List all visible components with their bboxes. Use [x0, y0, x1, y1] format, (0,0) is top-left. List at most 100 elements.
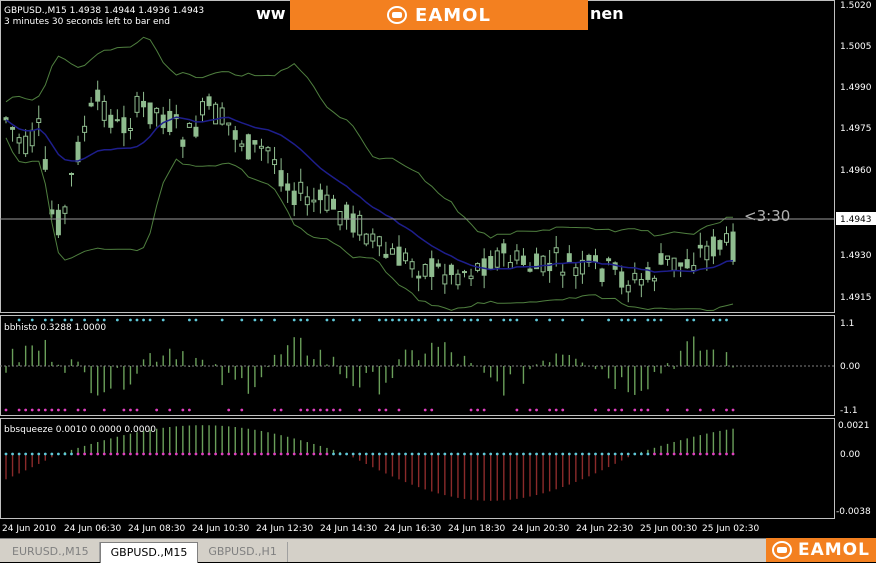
time-tick: 25 Jun 02:30 — [702, 524, 759, 534]
candle-body — [671, 257, 677, 271]
price-axis: 1.5020 1.5005 1.4990 1.4975 1.4960 1.494… — [836, 1, 876, 303]
signal-dot — [410, 318, 414, 322]
candle-body — [448, 264, 454, 276]
squeeze-dot — [561, 452, 565, 456]
signal-dot — [423, 408, 427, 412]
squeeze-dot — [698, 452, 702, 456]
bbhisto-axis: 1.1 0.00 -1.1 — [840, 319, 860, 416]
squeeze-dot — [705, 452, 709, 456]
candle-body — [350, 213, 356, 233]
candle-body — [88, 102, 94, 107]
candle-body — [232, 130, 238, 140]
candle-body — [134, 95, 140, 113]
candle-body — [684, 259, 690, 269]
price-tick: 1.4975 — [840, 124, 872, 134]
signal-dot — [358, 318, 362, 322]
signal-dot — [725, 408, 728, 412]
candle-body — [704, 245, 710, 261]
squeeze-dot — [102, 452, 106, 456]
squeeze-dot — [679, 452, 683, 456]
hist-tick: 0.00 — [840, 362, 860, 372]
candle-body — [370, 233, 376, 242]
countdown-text: 3 minutes 30 seconds left to bar end — [4, 17, 170, 27]
candle-body — [383, 253, 389, 258]
signal-dot — [482, 408, 486, 412]
signal-dot — [325, 318, 329, 322]
candle-body — [481, 258, 487, 276]
signal-dot — [639, 408, 643, 412]
signal-dot — [305, 408, 309, 412]
tab-eurusd-m15[interactable]: EURUSD.,M15 — [2, 542, 100, 562]
signal-dot — [489, 318, 493, 322]
signal-dot — [731, 408, 735, 412]
candle-body — [724, 233, 729, 243]
price-tick: 1.4930 — [840, 251, 872, 261]
chart-window[interactable]: GBPUSD.,M15 1.4938 1.4944 1.4936 1.4943 … — [0, 0, 876, 538]
signal-dot — [561, 318, 565, 322]
squeeze-dot — [528, 452, 532, 456]
signal-dot — [253, 318, 257, 322]
candle-body — [560, 271, 566, 276]
squeeze-dot — [548, 452, 552, 456]
signal-dot — [502, 318, 506, 322]
candle-body — [403, 252, 409, 262]
time-tick: 24 Jun 18:30 — [448, 524, 505, 534]
signal-dot — [548, 318, 552, 322]
signal-dot — [96, 318, 100, 322]
squeeze-dot — [633, 452, 637, 456]
signal-dot — [338, 408, 342, 412]
signal-dot — [37, 408, 41, 412]
squeeze-dot — [319, 452, 322, 456]
squeeze-dot — [253, 452, 257, 456]
candle-body — [442, 274, 448, 285]
price-tick: 1.4960 — [840, 166, 872, 176]
candle-body — [691, 265, 697, 272]
chart-canvas[interactable]: GBPUSD.,M15 1.4938 1.4944 1.4936 1.4943 … — [0, 0, 876, 538]
tab-gbpusd-m15[interactable]: GBPUSD.,M15 — [99, 542, 199, 563]
squeeze-dot — [37, 452, 41, 456]
signal-dot — [463, 318, 466, 322]
signal-dot — [312, 408, 316, 412]
squeeze-dot — [30, 452, 34, 456]
squeeze-dot — [17, 452, 21, 456]
candle-body — [632, 272, 638, 281]
squeeze-dot — [129, 452, 132, 456]
squeeze-dot — [712, 452, 715, 456]
signal-dot — [325, 408, 329, 412]
squeeze-dot — [201, 452, 204, 456]
squeeze-dot — [495, 452, 499, 456]
squeeze-dot — [600, 452, 604, 456]
signal-dot — [515, 318, 519, 322]
signal-dot — [63, 318, 67, 322]
candle-body — [540, 255, 546, 273]
squeeze-dot — [11, 452, 14, 456]
signal-dot — [397, 408, 401, 412]
signal-dot — [43, 318, 47, 322]
candle-body — [69, 172, 74, 175]
candle-body — [435, 263, 441, 267]
squeeze-dot — [659, 452, 663, 456]
signal-dot — [594, 408, 597, 412]
squeeze-dot — [718, 452, 722, 456]
candle-body — [566, 253, 572, 263]
squeeze-dot — [227, 452, 231, 456]
symbol-info: GBPUSD.,M15 1.4938 1.4944 1.4936 1.4943 — [4, 6, 204, 16]
signal-dot — [685, 408, 689, 412]
candle-body — [252, 140, 258, 145]
signal-dot — [57, 408, 60, 412]
signal-dot — [613, 408, 617, 412]
squeeze-dot — [43, 452, 47, 456]
time-tick: 24 Jun 22:30 — [576, 524, 633, 534]
signal-dot — [384, 408, 388, 412]
squeeze-dot — [122, 452, 126, 456]
signal-dot — [685, 318, 689, 322]
candle-body — [344, 204, 350, 220]
squeeze-dot — [508, 452, 512, 456]
signal-dot — [161, 318, 165, 322]
candle-body — [462, 271, 467, 274]
signal-dot — [102, 318, 106, 322]
signal-dot — [535, 318, 538, 322]
tab-gbpusd-h1[interactable]: GBPUSD.,H1 — [198, 542, 288, 562]
signal-dot — [135, 318, 139, 322]
squeeze-dot — [404, 452, 407, 456]
